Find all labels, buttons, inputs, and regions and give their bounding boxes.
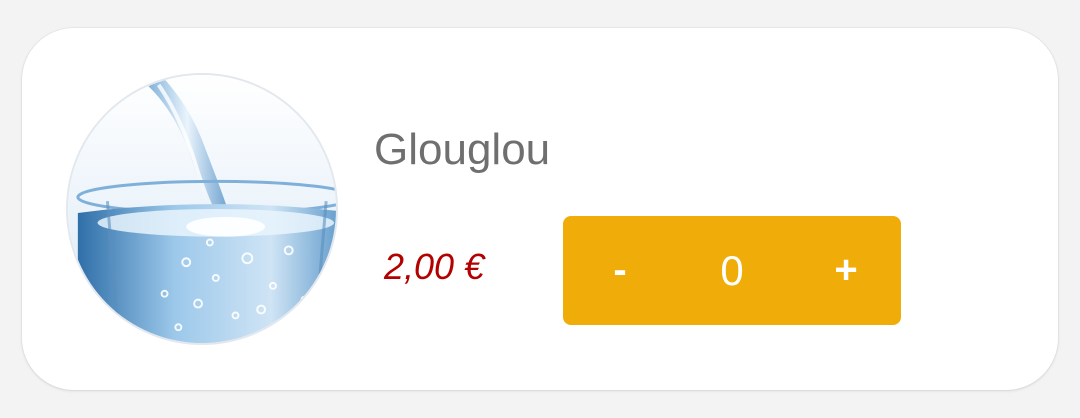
quantity-stepper: - 0 + — [563, 216, 901, 325]
quantity-value: 0 — [720, 246, 744, 294]
decrement-button[interactable]: - — [575, 216, 665, 325]
product-price: 2,00 € — [384, 246, 485, 287]
product-image — [66, 73, 338, 345]
water-glass-image — [68, 75, 336, 343]
product-card: Glouglou 2,00 € - 0 + — [22, 28, 1058, 390]
product-name: Glouglou — [374, 125, 551, 174]
increment-button[interactable]: + — [801, 216, 891, 325]
